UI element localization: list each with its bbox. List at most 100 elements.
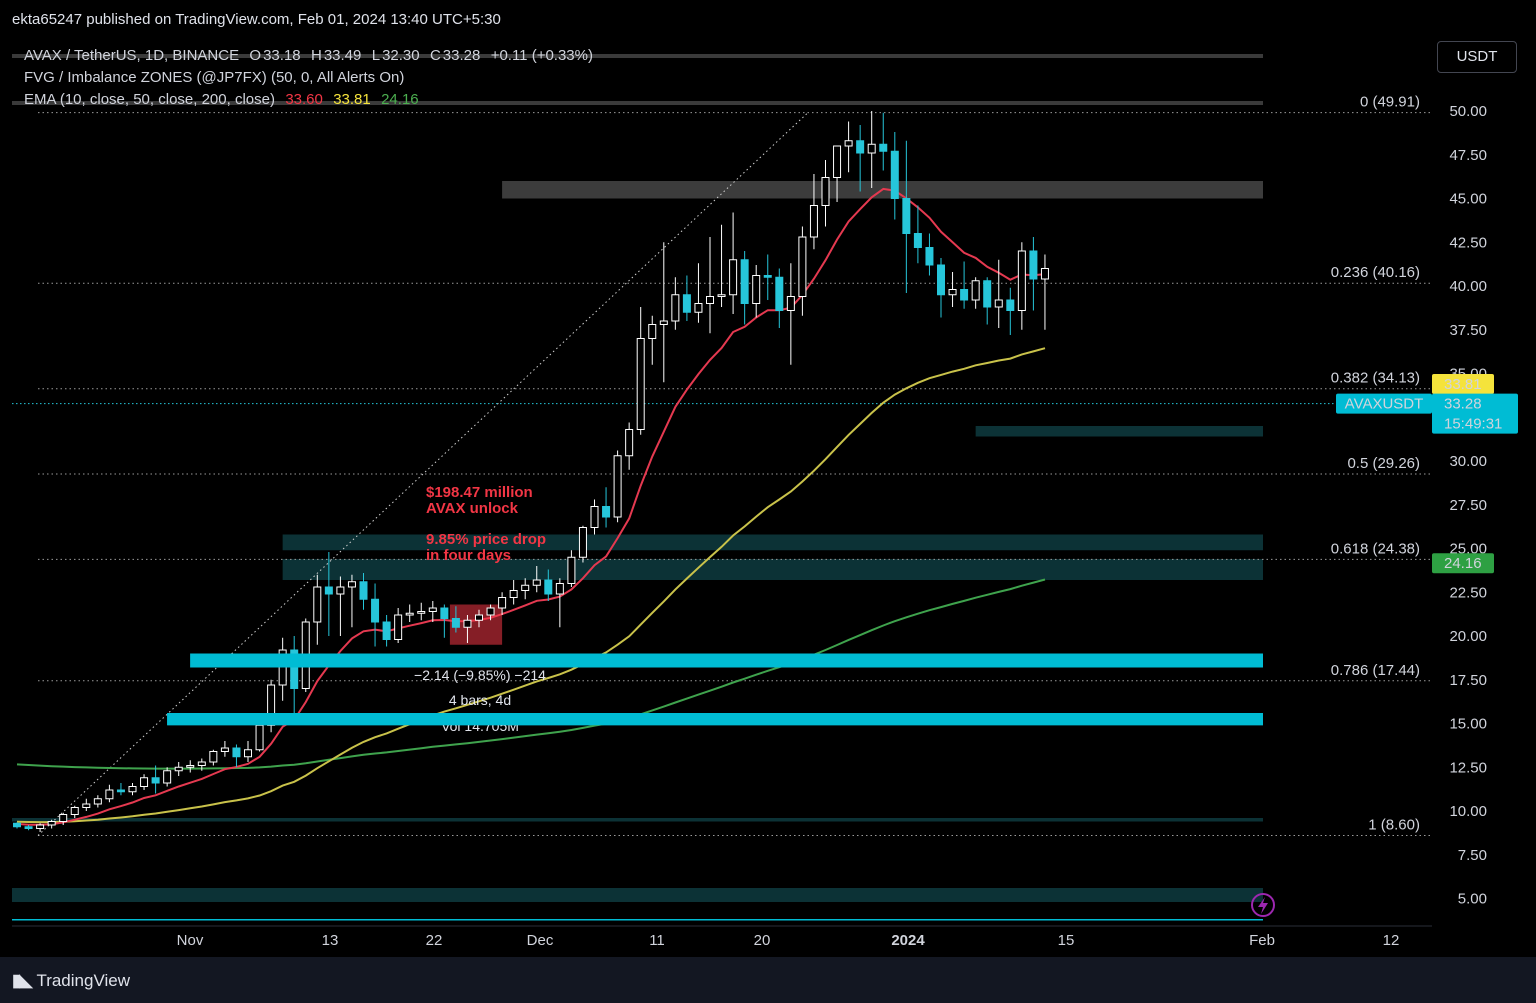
price-tag-label-0: 33.81 [1444, 376, 1482, 393]
candle-body [428, 607, 437, 612]
x-tick-label-1: 13 [322, 932, 339, 949]
y-tick-label-11: 22.50 [1449, 584, 1487, 601]
candle-body [752, 275, 761, 304]
candle-body [994, 299, 1003, 308]
candle-body [313, 586, 322, 623]
currency-unit-button[interactable]: USDT [1437, 41, 1517, 73]
fib-label-6: 1 (8.60) [1368, 817, 1420, 834]
y-tick-label-14: 15.00 [1449, 716, 1487, 733]
candle-body [671, 294, 680, 322]
candle-body [105, 789, 114, 800]
legend-change: +0.11 (+0.33%) [490, 47, 593, 64]
candle-body [174, 766, 183, 772]
candle-body [36, 824, 45, 829]
countdown-label: 15:49:31 [1444, 416, 1502, 433]
candle-body [486, 607, 495, 616]
legend-open-label: O [249, 47, 262, 64]
candle-body [232, 747, 241, 758]
candle-body [324, 586, 333, 595]
legend-low-label: L [371, 47, 381, 64]
candle-body [151, 777, 160, 784]
candle-body [775, 276, 784, 311]
candle-body [613, 455, 622, 518]
candle-body [729, 259, 738, 296]
candle-body [971, 280, 980, 301]
candle-body [913, 233, 922, 248]
legend-symbol: AVAX / TetherUS, 1D, BINANCE [24, 47, 240, 64]
legend-indicator-fvg[interactable]: FVG / Imbalance ZONES (@JP7FX) (50, 0, A… [24, 69, 406, 86]
candle-body [856, 140, 865, 154]
fvg-zone-overlay-5 [167, 713, 1263, 726]
x-tick-label-8: Feb [1249, 932, 1275, 949]
measure-change: −2.14 (−9.85%) −214 [414, 667, 546, 683]
y-tick-label-1: 47.50 [1449, 147, 1487, 164]
x-tick-label-7: 15 [1058, 932, 1075, 949]
candle-body [925, 247, 934, 266]
fib-label-0: 0 (49.91) [1360, 94, 1420, 111]
candle-body [59, 814, 68, 822]
y-tick-label-4: 40.00 [1449, 278, 1487, 295]
y-tick-label-2: 45.00 [1449, 191, 1487, 208]
legend-high-label: H [310, 47, 322, 64]
candle-body [636, 338, 645, 430]
candle-body [740, 259, 749, 304]
fvg-zone-6 [12, 888, 1263, 902]
legend-indicator-ema[interactable]: EMA (10, close, 50, close, 200, close) 3… [24, 91, 421, 108]
last-price-tag-label: 33.28 [1444, 396, 1482, 413]
y-tick-label-15: 12.50 [1449, 759, 1487, 776]
fvg-zone-7 [12, 818, 1263, 822]
footer-bar [0, 957, 1536, 1003]
y-tick-label-0: 50.00 [1449, 103, 1487, 120]
candle-body [578, 527, 587, 558]
candle-body [220, 747, 229, 752]
candle-body [567, 556, 576, 584]
y-tick-label-17: 7.50 [1458, 847, 1487, 864]
x-tick-label-0: Nov [177, 932, 204, 949]
y-tick-label-12: 20.00 [1449, 628, 1487, 645]
annotation-unlock-amount: $198.47 million [426, 484, 533, 501]
tradingview-logo-icon: ▮◣ [12, 971, 32, 990]
candle-body [93, 798, 102, 805]
y-tick-label-16: 10.00 [1449, 803, 1487, 820]
legend-ema-label: EMA (10, close, 50, close, 200, close) [24, 91, 275, 108]
candle-body [140, 777, 149, 787]
candle-body [70, 807, 79, 815]
legend-high: 33.49 [323, 47, 362, 64]
legend-low: 32.30 [382, 47, 420, 64]
candle-body [833, 145, 842, 178]
legend-symbol-row: AVAX / TetherUS, 1D, BINANCE O 33.18 H 33.… [24, 47, 595, 64]
candle-body [648, 324, 657, 339]
candle-body [475, 614, 483, 621]
candle-body [1006, 299, 1015, 311]
candle-body [798, 236, 807, 297]
price-tag-label-2: 24.16 [1444, 555, 1482, 572]
tradingview-logo[interactable]: ▮◣ TradingView [12, 971, 130, 991]
fib-label-3: 0.5 (29.26) [1347, 455, 1420, 472]
candle-body [682, 294, 691, 313]
candle [613, 450, 622, 523]
candle-body [937, 264, 945, 296]
candle-body [382, 621, 391, 640]
candle-body [890, 150, 899, 199]
y-tick-label-5: 37.50 [1449, 322, 1487, 339]
candle-body [879, 143, 888, 152]
candle-body [47, 821, 56, 826]
candle-body [336, 586, 345, 595]
candle-body [821, 177, 830, 206]
candle-body [186, 765, 195, 768]
x-tick-label-6: 2024 [891, 932, 925, 949]
candle-body [532, 579, 541, 586]
candle-body [555, 583, 564, 595]
fib-label-1: 0.236 (40.16) [1331, 264, 1420, 281]
candle-body [960, 289, 969, 301]
candle-body [255, 724, 264, 751]
fib-label-4: 0.618 (24.38) [1331, 540, 1420, 557]
candle-body [867, 143, 876, 154]
candle-body [948, 289, 957, 296]
fvg-zone-3 [975, 426, 1263, 437]
price-chart[interactable]: 0 (49.91) 0.236 (40.16) 0.382 (34.13) 0.5 (… [0, 0, 1536, 957]
legend-close-label: C [429, 47, 441, 64]
tradingview-logo-text: TradingView [36, 971, 130, 990]
candle-body [13, 822, 21, 828]
candle-body [417, 611, 426, 614]
